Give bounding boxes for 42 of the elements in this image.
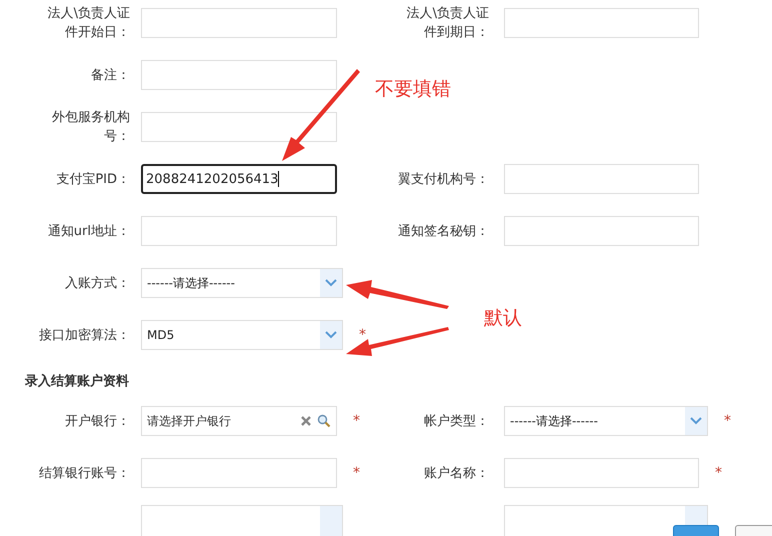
search-field[interactable]: 请选择开户银行 [141,406,337,436]
field-label: 开户银行： [64,412,130,430]
field-label: 备注： [90,66,130,84]
required-mark: * [715,465,722,481]
input-field[interactable] [141,458,337,488]
input-field[interactable] [141,112,337,142]
input-field[interactable] [504,8,699,38]
search-icon[interactable] [317,414,331,428]
required-mark: * [724,413,731,429]
annotation-text: 不要填错 [375,77,451,102]
input-field[interactable] [141,216,337,246]
select-field[interactable] [141,505,343,536]
field-label: 结算银行账号： [38,464,130,482]
select-field[interactable]: MD5 [141,320,343,350]
input-field[interactable] [141,8,337,38]
section-title: 录入结算账户资料 [25,372,129,390]
field-label: 外包服务机构号： [51,109,130,146]
field-label: 翼支付机构号： [397,170,489,188]
required-mark: * [359,327,366,343]
input-field[interactable] [141,60,337,90]
field-label: 帐户类型： [423,412,489,430]
field-label: 入账方式： [64,274,130,292]
input-field[interactable]: 2088241202056413 [141,164,337,194]
clear-icon[interactable] [301,416,311,426]
field-label: 支付宝PID： [55,170,130,188]
field-label: 法人\负责人证件到期日： [406,5,489,42]
chevron-down-icon [325,331,337,339]
field-label: 通知签名秘钥： [397,222,489,240]
field-label: 账户名称： [423,464,489,482]
chevron-down-icon [690,417,702,425]
input-field[interactable] [504,458,699,488]
select-field[interactable]: ------请选择------ [141,268,343,298]
required-mark: * [353,465,360,481]
select-field[interactable]: ------请选择------ [504,406,708,436]
input-field[interactable] [504,164,699,194]
input-field[interactable] [504,216,699,246]
chevron-down-icon [325,279,337,287]
required-mark: * [353,413,360,429]
field-label: 通知url地址： [46,222,130,240]
field-label: 接口加密算法： [38,326,130,344]
annotation-text: 默认 [484,306,522,331]
field-label: 法人\负责人证件开始日： [46,5,130,42]
